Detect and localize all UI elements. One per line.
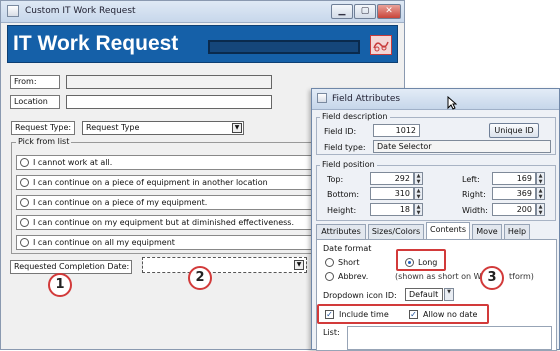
window-title: Custom IT Work Request: [25, 6, 136, 16]
date-format-label: Date format: [323, 244, 372, 253]
right-spinner-icon[interactable]: ▲ ▼: [536, 187, 545, 200]
callout-1: 1: [48, 273, 72, 297]
top-label: Top:: [327, 175, 344, 184]
top-spinner-icon[interactable]: ▲ ▼: [414, 172, 423, 185]
abbrev-label: Abbrev.: [338, 272, 369, 281]
right-label: Right:: [462, 190, 486, 199]
width-label: Width:: [462, 206, 488, 215]
left-input[interactable]: 169: [492, 172, 536, 185]
shown-as-note-end: tform): [509, 272, 534, 281]
width-spinner-icon[interactable]: ▲ ▼: [536, 203, 545, 216]
short-label: Short: [338, 258, 360, 267]
banner-field[interactable]: [208, 40, 360, 54]
radio-icon[interactable]: [20, 178, 29, 187]
radio-icon[interactable]: [20, 218, 29, 227]
request-type-value: Request Type: [86, 123, 140, 132]
width-input[interactable]: 200: [492, 203, 536, 216]
pick-list-label: Pick from list: [16, 137, 72, 146]
left-label: Left:: [462, 175, 480, 184]
location-label: Location: [10, 95, 60, 109]
option-label: I can continue on all my equipment: [33, 238, 175, 247]
chevron-down-icon[interactable]: ▼: [444, 288, 454, 301]
tab-help[interactable]: Help: [504, 224, 530, 239]
callout-2: 2: [188, 266, 212, 290]
from-label: From:: [10, 75, 60, 89]
height-input[interactable]: 18: [370, 203, 414, 216]
tab-move[interactable]: Move: [472, 224, 502, 239]
field-attributes-dialog: Field Attributes Field description Field…: [311, 88, 560, 351]
top-input[interactable]: 292: [370, 172, 414, 185]
completion-date-label: Requested Completion Date:: [10, 260, 132, 274]
title-bar[interactable]: Custom IT Work Request ▁ ▢ ✕: [1, 1, 404, 23]
bottom-label: Bottom:: [327, 190, 360, 199]
left-spinner-icon[interactable]: ▲ ▼: [536, 172, 545, 185]
dialog-icon: [317, 93, 327, 103]
field-position-label: Field position: [320, 160, 377, 169]
request-type-label: Request Type:: [11, 121, 75, 135]
long-highlight-box: [396, 249, 446, 271]
dropdown-icon-label: Dropdown icon ID:: [323, 291, 397, 300]
option-label: I can continue on a piece of equipment i…: [33, 178, 268, 187]
dialog-title: Field Attributes: [332, 94, 401, 104]
location-field[interactable]: [66, 95, 272, 109]
close-button[interactable]: ✕: [377, 4, 401, 19]
bottom-input[interactable]: 310: [370, 187, 414, 200]
unique-id-button[interactable]: Unique ID: [489, 123, 539, 138]
abbrev-radio[interactable]: [325, 272, 334, 281]
app-icon: [7, 5, 19, 17]
radio-icon[interactable]: [20, 238, 29, 247]
page-title: IT Work Request: [13, 32, 179, 55]
option-label: I can continue on my equipment but at di…: [33, 218, 294, 227]
chevron-down-icon[interactable]: ▼: [232, 123, 242, 133]
right-input[interactable]: 369: [492, 187, 536, 200]
tab-contents[interactable]: Contents: [426, 222, 470, 239]
completion-date-field[interactable]: ▼: [142, 257, 307, 273]
height-label: Height:: [327, 206, 357, 215]
field-type-value: Date Selector: [373, 140, 551, 153]
option-label: I can continue on a piece of my equipmen…: [33, 198, 208, 207]
request-type-select[interactable]: Request Type ▼: [82, 121, 244, 135]
date-dropdown-icon[interactable]: ▼: [294, 260, 304, 270]
field-type-label: Field type:: [324, 143, 366, 152]
logo-icon: [370, 35, 392, 55]
field-description-label: Field description: [320, 112, 390, 121]
field-id-input[interactable]: 1012: [373, 124, 420, 137]
dropdown-icon-select[interactable]: Default: [405, 288, 443, 301]
header-banner: IT Work Request: [7, 25, 398, 63]
option-label: I cannot work at all.: [33, 158, 113, 167]
list-label: List:: [323, 328, 340, 337]
radio-icon[interactable]: [20, 158, 29, 167]
field-id-label: Field ID:: [324, 127, 357, 136]
dialog-title-bar[interactable]: Field Attributes: [312, 89, 559, 110]
restore-button[interactable]: ▢: [354, 4, 376, 19]
callout-3: 3: [480, 266, 504, 290]
cursor-icon: [447, 95, 458, 112]
short-radio[interactable]: [325, 258, 334, 267]
bottom-spinner-icon[interactable]: ▲ ▼: [414, 187, 423, 200]
tab-attributes[interactable]: Attributes: [316, 224, 366, 239]
height-spinner-icon[interactable]: ▲ ▼: [414, 203, 423, 216]
tab-sizes-colors[interactable]: Sizes/Colors: [368, 224, 424, 239]
radio-icon[interactable]: [20, 198, 29, 207]
dropdown-icon-value: Default: [409, 290, 439, 299]
list-box[interactable]: [347, 326, 552, 350]
from-field[interactable]: [66, 75, 272, 89]
options-highlight-box: [317, 304, 489, 324]
minimize-button[interactable]: ▁: [331, 4, 353, 19]
